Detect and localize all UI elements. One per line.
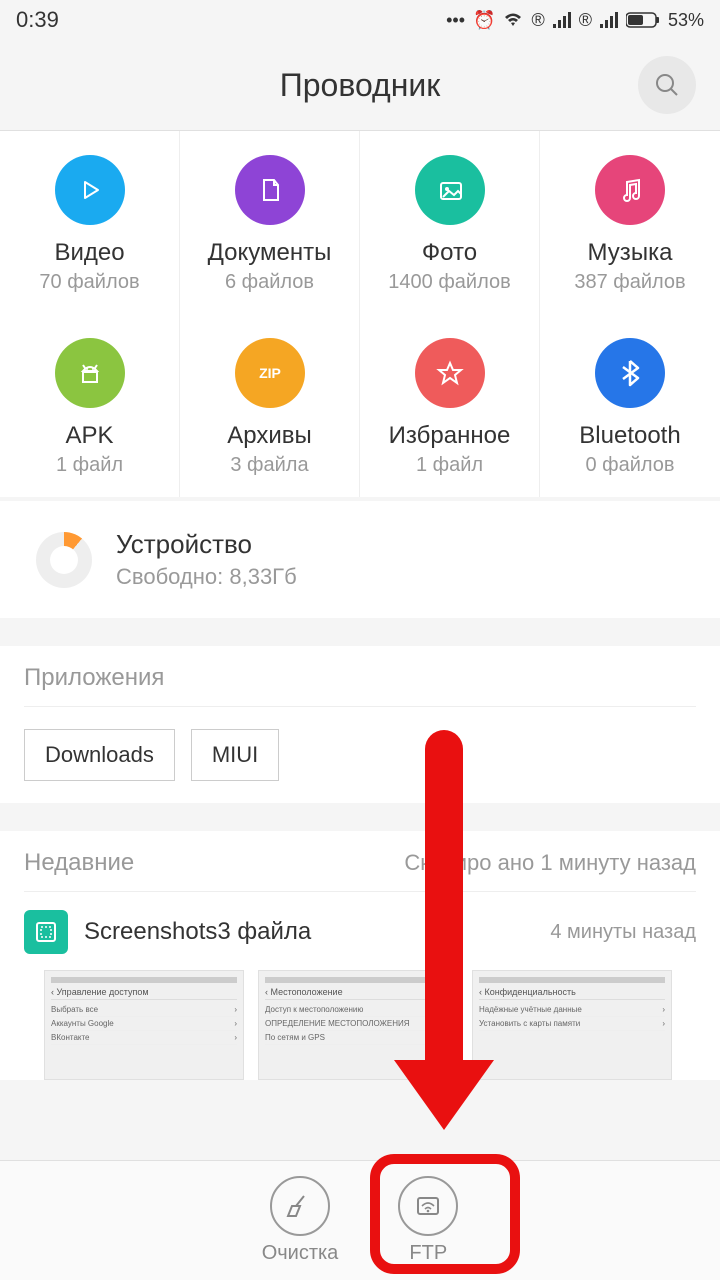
category-title: Bluetooth [579, 422, 680, 450]
storage-pie-icon [36, 532, 92, 588]
bottom-label: Очистка [262, 1242, 339, 1265]
category-count: 1400 файлов [388, 271, 510, 294]
android-icon [55, 338, 125, 408]
storage-title: Устройство [116, 529, 297, 560]
category-zip[interactable]: ZIP Архивы 3 файла [180, 314, 360, 497]
more-icon: ••• [446, 10, 465, 31]
category-count: 6 файлов [225, 271, 314, 294]
storage-card[interactable]: Устройство Свободно: 8,33Гб [0, 501, 720, 618]
bottom-bar: Очистка FTP [0, 1160, 720, 1280]
recent-scan-time: Сканиро ано 1 минуту назад [404, 850, 696, 876]
category-count: 1 файл [416, 454, 483, 477]
page-title: Проводник [280, 67, 441, 104]
apps-section-title: Приложения [24, 646, 696, 707]
music-icon [595, 155, 665, 225]
category-photo[interactable]: Фото 1400 файлов [360, 131, 540, 314]
thumbnail-0[interactable]: ‹ Управление доступомВыбрать все›Аккаунт… [44, 970, 244, 1080]
recent-thumbnails: ‹ Управление доступомВыбрать все›Аккаунт… [24, 970, 696, 1080]
thumbnail-2[interactable]: ‹ КонфиденциальностьНадёжные учётные дан… [472, 970, 672, 1080]
alarm-icon: ⏰ [473, 10, 495, 31]
screenshot-folder-icon [24, 910, 68, 954]
apps-section: Приложения Downloads MIUI [0, 646, 720, 803]
star-icon [415, 338, 485, 408]
battery-icon [626, 12, 660, 28]
category-count: 70 файлов [39, 271, 139, 294]
category-title: Избранное [389, 422, 511, 450]
app-chip-miui[interactable]: MIUI [191, 729, 279, 781]
recent-item-title: Screenshots3 файла [84, 918, 534, 946]
svg-text:ZIP: ZIP [259, 365, 281, 381]
app-chip-downloads[interactable]: Downloads [24, 729, 175, 781]
category-title: Документы [208, 239, 332, 267]
bottom-ftp-button[interactable]: FTP [398, 1176, 458, 1265]
signal-icon-2 [600, 12, 618, 28]
recent-item-time: 4 минуты назад [550, 921, 696, 944]
category-video[interactable]: Видео 70 файлов [0, 131, 180, 314]
recent-section: Недавние Сканиро ано 1 минуту назад Scre… [0, 831, 720, 1080]
wifi-icon [503, 12, 523, 28]
category-title: APK [65, 422, 113, 450]
category-title: Музыка [588, 239, 673, 267]
category-apk[interactable]: APK 1 файл [0, 314, 180, 497]
apps-row: Downloads MIUI [24, 707, 696, 803]
category-music[interactable]: Музыка 387 файлов [540, 131, 720, 314]
category-docs[interactable]: Документы 6 файлов [180, 131, 360, 314]
status-bar: 0:39 ••• ⏰ ® ® 53% [0, 0, 720, 40]
bottom-label: FTP [409, 1242, 447, 1265]
category-count: 387 файлов [574, 271, 685, 294]
play-icon [55, 155, 125, 225]
search-button[interactable] [638, 56, 696, 114]
status-icons: ••• ⏰ ® ® 53% [446, 10, 704, 31]
category-count: 3 файла [230, 454, 308, 477]
app-header: Проводник [0, 40, 720, 130]
doc-icon [235, 155, 305, 225]
broom-icon [270, 1176, 330, 1236]
registered-icon-1: ® [531, 10, 544, 31]
category-count: 1 файл [56, 454, 123, 477]
category-fav[interactable]: Избранное 1 файл [360, 314, 540, 497]
storage-free: Свободно: 8,33Гб [116, 564, 297, 590]
battery-percent: 53% [668, 10, 704, 31]
recent-title: Недавние [24, 849, 134, 877]
category-title: Архивы [227, 422, 312, 450]
wifi-box-icon [398, 1176, 458, 1236]
categories-grid: Видео 70 файлов Документы 6 файлов Фото … [0, 130, 720, 497]
search-icon [654, 72, 680, 98]
bluetooth-icon [595, 338, 665, 408]
status-time: 0:39 [16, 7, 59, 33]
thumbnail-1[interactable]: ‹ МестоположениеДоступ к местоположению›… [258, 970, 458, 1080]
registered-icon-2: ® [579, 10, 592, 31]
signal-icon-1 [553, 12, 571, 28]
bottom-clean-button[interactable]: Очистка [262, 1176, 339, 1265]
category-title: Фото [422, 239, 477, 267]
zip-icon: ZIP [235, 338, 305, 408]
recent-item[interactable]: Screenshots3 файла 4 минуты назад ‹ Упра… [24, 892, 696, 1080]
category-count: 0 файлов [585, 454, 674, 477]
image-icon [415, 155, 485, 225]
category-bt[interactable]: Bluetooth 0 файлов [540, 314, 720, 497]
category-title: Видео [54, 239, 124, 267]
